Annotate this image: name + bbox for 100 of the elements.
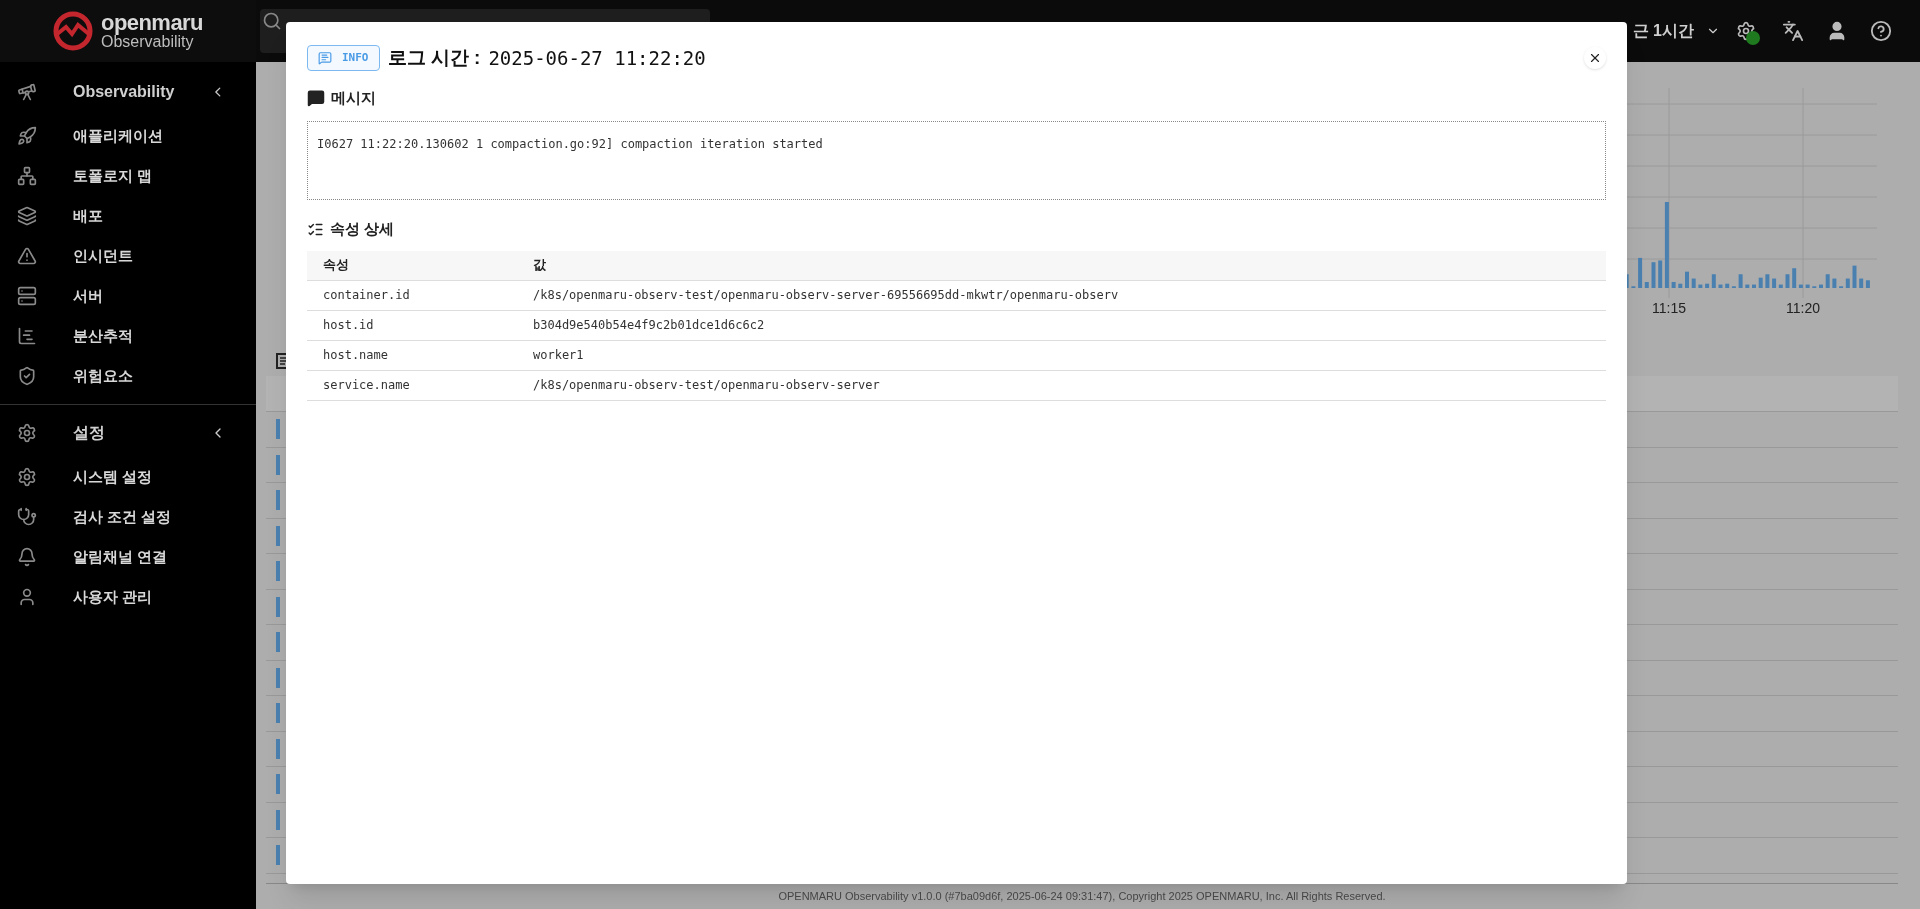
table-cell-text: b304d9e540b54e4f9c2b01dce1d6c6c2 — [532, 317, 766, 334]
menu-item[interactable]: 애플리케이션 — [0, 116, 256, 156]
axis-label: 11:20 — [1786, 299, 1820, 318]
settings-icon — [1736, 21, 1756, 41]
level-marker — [276, 632, 280, 653]
table-cell-text: container.id — [322, 287, 411, 304]
stethoscope-icon — [17, 507, 37, 527]
chart-bar — [1752, 284, 1756, 288]
chart-bar — [1832, 278, 1837, 288]
level-marker — [276, 525, 280, 546]
chart-bar — [1685, 271, 1689, 288]
chart-bar — [1825, 274, 1830, 288]
chart-bar — [1718, 284, 1723, 288]
server-icon — [17, 286, 37, 306]
log-time: 2025-06-27 11:22:20 — [488, 46, 706, 71]
menu-item-label: 시스템 설정 — [73, 466, 153, 487]
chart-bar — [1758, 277, 1763, 288]
level-marker — [276, 774, 280, 795]
chart-bar — [1745, 284, 1750, 288]
telescope-icon — [17, 82, 37, 102]
level-marker — [276, 738, 280, 759]
menu-item-label: 분산추적 — [73, 325, 133, 346]
search-icon — [262, 11, 282, 31]
rocket-icon — [17, 126, 37, 146]
section-title: 속성 상세 — [330, 219, 395, 239]
table-cell-text: service.name — [322, 377, 411, 394]
settings-button[interactable] — [1736, 19, 1760, 43]
table-cell-text: /k8s/openmaru-observ-test/openmaru-observ-server — [532, 377, 881, 394]
chart-bar — [1698, 284, 1703, 288]
chart-bar — [1671, 282, 1676, 288]
time-range-dropdown[interactable]: 근 1시간 — [1632, 19, 1720, 43]
axis-label: 11:15 — [1652, 299, 1686, 318]
menu-item[interactable]: 서버 — [0, 276, 256, 316]
menu-item[interactable]: 알림채널 연결 — [0, 537, 256, 577]
settings-icon — [17, 423, 37, 443]
level-marker — [276, 809, 280, 830]
dialog-title-label: 로그 시간 : — [387, 46, 481, 70]
menu-group-label: 설정 — [73, 423, 106, 443]
menu-item-label: 사용자 관리 — [73, 586, 153, 607]
message-icon — [318, 51, 332, 66]
warning-icon — [17, 246, 37, 266]
settings-icon — [17, 467, 37, 487]
menu-item[interactable]: 인시던트 — [0, 236, 256, 276]
chart-bar — [1819, 284, 1823, 288]
chart-bar — [1691, 278, 1696, 288]
message-text: I0627 11:22:20.130602 1 compaction.go:92] compaction iteration started — [317, 137, 823, 151]
table-cell-text: host.id — [322, 317, 375, 334]
menu-item[interactable]: 분산추적 — [0, 316, 256, 356]
help-icon[interactable] — [1870, 20, 1892, 42]
menu-item-label: 애플리케이션 — [73, 125, 163, 146]
level-badge: INFO — [307, 45, 380, 72]
level-marker — [276, 561, 280, 582]
logo-icon — [53, 11, 93, 51]
menu-item-label: 토폴로지 맵 — [73, 165, 153, 186]
menu-item-label: 알림채널 연결 — [73, 546, 168, 567]
menu-item[interactable]: 토폴로지 맵 — [0, 156, 256, 196]
menu-item[interactable]: 위험요소 — [0, 356, 256, 396]
table-cell-text: host.name — [322, 347, 390, 364]
level-marker — [276, 703, 280, 724]
menu-item[interactable]: 사용자 관리 — [0, 577, 256, 617]
level-marker — [276, 845, 280, 866]
table-cell-text: /k8s/openmaru-observ-test/openmaru-observ-server-69556695dd-mkwtr/openmaru-observ — [532, 287, 1120, 304]
level-marker — [276, 419, 280, 440]
menu-group[interactable]: Observability — [0, 74, 256, 110]
menu-item-label: 위험요소 — [73, 365, 133, 386]
brand-name: openmaru — [101, 12, 203, 34]
level-marker — [276, 667, 280, 688]
section-title: 메시지 — [331, 87, 376, 108]
menu-item-label: 배포 — [73, 205, 103, 226]
chart-bar — [1785, 274, 1790, 288]
menu-item[interactable]: 배포 — [0, 196, 256, 236]
close-button[interactable] — [1584, 47, 1606, 70]
column-header: 값 — [532, 256, 547, 275]
translate-icon[interactable] — [1782, 20, 1804, 42]
user-icon — [17, 587, 37, 607]
chart-bar — [1765, 274, 1770, 288]
menu-item[interactable]: 검사 조건 설정 — [0, 497, 256, 537]
level-marker — [276, 490, 280, 511]
layers-icon — [17, 206, 37, 226]
chart-bar — [1651, 262, 1656, 288]
menu-item-label: 서버 — [73, 285, 103, 306]
menu-group-label: Observability — [73, 82, 175, 102]
chart-bar — [1678, 283, 1683, 288]
shield-icon — [17, 366, 37, 386]
bell-icon — [17, 547, 37, 567]
menu-item-label: 검사 조건 설정 — [73, 506, 172, 527]
chat-icon — [307, 88, 325, 107]
chart-bar — [1805, 284, 1810, 288]
sitemap-icon — [17, 166, 37, 186]
column-header: 속성 — [322, 256, 350, 275]
chart-bar — [1852, 265, 1857, 288]
level-marker — [276, 454, 280, 475]
chart-icon — [17, 326, 37, 346]
menu-item[interactable]: 시스템 설정 — [0, 457, 256, 497]
menu-item-label: 인시던트 — [73, 245, 133, 266]
level-marker — [276, 596, 280, 617]
chart-bar — [1738, 274, 1743, 288]
product-name: Observability — [101, 34, 194, 50]
footer-text: OPENMARU Observability v1.0.0 (#7ba09d6f, 2025-06-24 09:31:47), Copyright 2025 OPENMARU, Inc. All Rights Reserved. — [778, 889, 1386, 905]
menu-group[interactable]: 설정 — [0, 415, 256, 451]
